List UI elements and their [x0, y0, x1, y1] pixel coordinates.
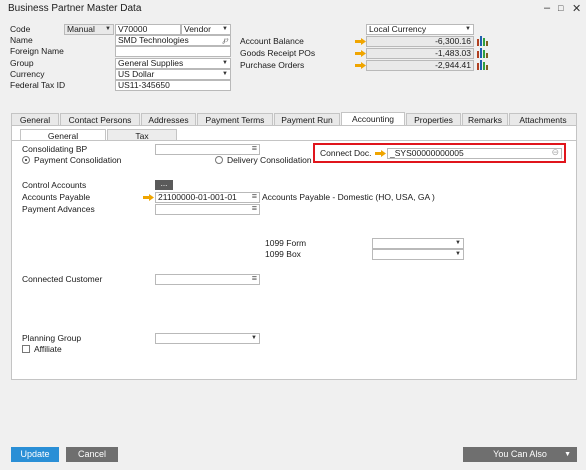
cancel-button[interactable]: Cancel: [66, 447, 118, 462]
account-balance-link-arrow-icon[interactable]: [355, 38, 366, 45]
payment-advances-input[interactable]: ≡: [155, 204, 260, 215]
control-accounts-label: Control Accounts: [22, 180, 87, 190]
foreign-name-input[interactable]: [115, 46, 231, 57]
tax-id-input[interactable]: US11-345650: [115, 80, 231, 91]
clear-icon[interactable]: ⊖: [551, 149, 559, 157]
code-input[interactable]: V70000: [115, 24, 181, 35]
group-select[interactable]: General Supplies: [115, 58, 231, 69]
form-1099-label: 1099 Form: [265, 238, 307, 248]
tab-accounting[interactable]: Accounting: [341, 112, 405, 126]
bp-type-select[interactable]: Vendor: [181, 24, 231, 35]
payment-consolidation-label: Payment Consolidation: [34, 155, 122, 165]
list-icon[interactable]: ≡: [252, 145, 257, 153]
currency-label: Currency: [10, 69, 45, 79]
delivery-consolidation-label: Delivery Consolidation: [227, 155, 312, 165]
name-input[interactable]: SMD Technologies ℘: [115, 35, 231, 46]
goods-receipt-link-arrow-icon[interactable]: [355, 50, 366, 57]
connect-doc-label: Connect Doc.: [320, 148, 372, 158]
box-1099-label: 1099 Box: [265, 249, 301, 259]
close-icon[interactable]: ✕: [572, 2, 581, 15]
code-label: Code: [10, 24, 31, 34]
currency-select[interactable]: US Dollar: [115, 69, 231, 80]
consolidating-bp-input[interactable]: ≡: [155, 144, 260, 155]
name-label: Name: [10, 35, 33, 45]
purchase-orders-link-arrow-icon[interactable]: [355, 62, 366, 69]
accounts-payable-label: Accounts Payable: [22, 192, 91, 202]
control-accounts-button[interactable]: ...: [155, 180, 173, 190]
box-1099-select[interactable]: [372, 249, 464, 260]
translate-icon[interactable]: ℘: [222, 36, 228, 44]
list-icon[interactable]: ≡: [252, 205, 257, 213]
list-icon[interactable]: ≡: [252, 275, 257, 283]
title-bar: Business Partner Master Data – □ ✕: [0, 0, 586, 18]
code-series-select[interactable]: Manual: [64, 24, 114, 35]
connect-doc-input[interactable]: _SYS00000000005 ⊖: [387, 148, 562, 159]
accounts-payable-description: Accounts Payable - Domestic (HO, USA, GA…: [262, 192, 435, 202]
subtab-divider: [11, 140, 577, 141]
purchase-orders-value: -2,944.41: [366, 60, 474, 71]
foreign-name-label: Foreign Name: [10, 46, 64, 56]
chevron-down-icon: ▼: [564, 451, 571, 458]
consolidating-bp-label: Consolidating BP: [22, 144, 88, 154]
goods-receipt-label: Goods Receipt POs: [240, 48, 316, 58]
account-balance-value: -6,300.16: [366, 36, 474, 47]
delivery-consolidation-radio[interactable]: [215, 156, 223, 164]
account-balance-label: Account Balance: [240, 36, 304, 46]
bar-chart-icon[interactable]: [477, 47, 488, 58]
payment-consolidation-radio[interactable]: [22, 156, 30, 164]
planning-group-select[interactable]: [155, 333, 260, 344]
tax-id-label: Federal Tax ID: [10, 80, 66, 90]
maximize-icon[interactable]: □: [558, 3, 563, 13]
goods-receipt-value: -1,483.03: [366, 48, 474, 59]
connected-customer-label: Connected Customer: [22, 274, 103, 284]
connected-customer-input[interactable]: ≡: [155, 274, 260, 285]
list-icon[interactable]: ≡: [252, 193, 257, 201]
minimize-icon[interactable]: –: [544, 2, 550, 14]
planning-group-label: Planning Group: [22, 333, 82, 343]
connect-doc-link-arrow-icon[interactable]: [375, 150, 386, 157]
affiliate-label: Affiliate: [34, 344, 62, 354]
group-label: Group: [10, 58, 34, 68]
accounts-payable-link-arrow-icon[interactable]: [143, 194, 154, 201]
bar-chart-icon[interactable]: [477, 59, 488, 70]
accounts-payable-input[interactable]: 21100000-01-001-01 ≡: [155, 192, 260, 203]
you-can-also-button[interactable]: You Can Also ▼: [463, 447, 577, 462]
form-1099-select[interactable]: [372, 238, 464, 249]
payment-advances-label: Payment Advances: [22, 204, 95, 214]
update-button[interactable]: Update: [11, 447, 59, 462]
currency-mode-select[interactable]: Local Currency: [366, 24, 474, 35]
bar-chart-icon[interactable]: [477, 35, 488, 46]
affiliate-checkbox[interactable]: [22, 345, 30, 353]
purchase-orders-label: Purchase Orders: [240, 60, 305, 70]
window-title: Business Partner Master Data: [8, 3, 142, 14]
